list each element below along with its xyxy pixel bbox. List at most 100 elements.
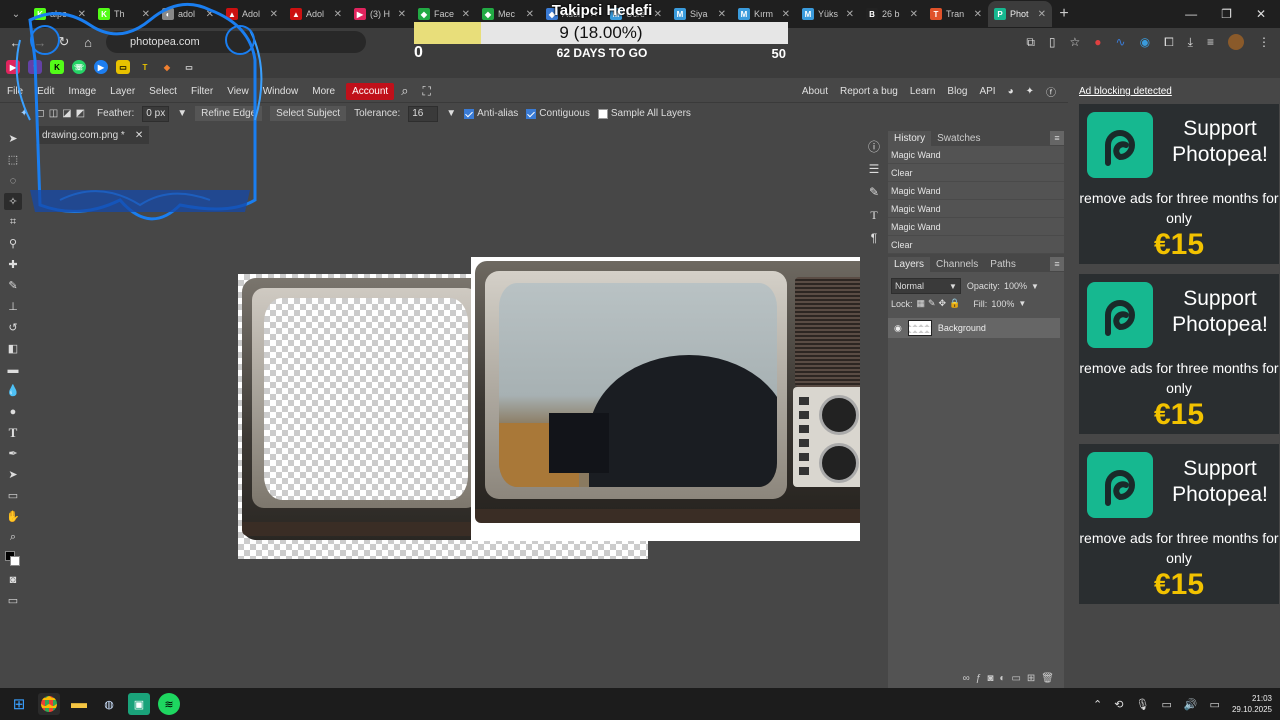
profile-avatar[interactable] bbox=[1228, 34, 1244, 50]
history-row[interactable]: Magic Wand bbox=[888, 200, 1064, 218]
history-row[interactable]: Magic Wand bbox=[888, 146, 1064, 164]
new-group-icon[interactable]: ▭ bbox=[1011, 673, 1020, 684]
back-icon[interactable]: ← bbox=[4, 35, 28, 50]
browser-tab[interactable]: Kalpe ✕ bbox=[28, 1, 92, 27]
download-icon[interactable]: ⤓ bbox=[1188, 35, 1193, 50]
bookmark-blue-icon[interactable]: ▶ bbox=[94, 60, 108, 74]
magic-wand-tool-icon[interactable]: ✦ bbox=[20, 108, 28, 119]
browser-tab[interactable]: ▶ (3) H ✕ bbox=[348, 1, 412, 27]
crop-tool-icon[interactable]: ⌗ bbox=[4, 214, 22, 231]
browser-tab[interactable]: ◐ adol ✕ bbox=[156, 1, 220, 27]
home-icon[interactable]: ⌂ bbox=[76, 35, 100, 50]
new-layer-icon[interactable]: ⊞ bbox=[1027, 673, 1035, 684]
tab-close-icon[interactable]: ✕ bbox=[78, 9, 86, 20]
reading-list-icon[interactable]: ≡ bbox=[1207, 35, 1214, 49]
close-document-icon[interactable]: ✕ bbox=[135, 130, 143, 141]
menu-edit[interactable]: Edit bbox=[30, 86, 61, 97]
path-select-icon[interactable]: ➤ bbox=[4, 466, 22, 483]
pen-tool-icon[interactable]: ✒ bbox=[4, 445, 22, 462]
select-subject-button[interactable]: Select Subject bbox=[270, 106, 347, 121]
lasso-tool-icon[interactable]: ◌ bbox=[4, 172, 22, 189]
menu-about[interactable]: About bbox=[802, 86, 828, 97]
install-app-icon[interactable]: ⧉ bbox=[1026, 35, 1035, 50]
tab-search-icon[interactable]: ⌄ bbox=[4, 3, 28, 25]
move-tool-icon[interactable]: ➤ bbox=[4, 130, 22, 147]
menu-file[interactable]: File bbox=[0, 86, 30, 97]
magic-wand-tool-icon[interactable]: ✧ bbox=[4, 193, 22, 210]
delete-layer-icon[interactable]: 🗑 bbox=[1041, 673, 1054, 684]
menu-view[interactable]: View bbox=[220, 86, 256, 97]
windows-start-icon[interactable]: ⊞ bbox=[8, 693, 30, 715]
reddit-icon[interactable]: ◕ bbox=[1008, 86, 1014, 97]
bookmark-star-icon[interactable]: ☆ bbox=[1070, 35, 1081, 49]
marquee-tool-icon[interactable]: ⬚ bbox=[4, 151, 22, 168]
text-tool-icon[interactable]: T bbox=[4, 424, 22, 441]
tray-display-icon[interactable]: ▭ bbox=[1161, 698, 1171, 711]
tolerance-dropdown-icon[interactable]: ▼ bbox=[446, 108, 456, 119]
reference-tv-image[interactable] bbox=[471, 257, 880, 541]
tab-close-icon[interactable]: ✕ bbox=[846, 9, 854, 20]
tab-close-icon[interactable]: ✕ bbox=[142, 9, 150, 20]
page-icon[interactable]: ▯ bbox=[1049, 35, 1056, 49]
color-swatches-icon[interactable] bbox=[4, 550, 22, 567]
browser-tab[interactable]: T Tran ✕ bbox=[924, 1, 988, 27]
extension-wave-icon[interactable]: ∿ bbox=[1116, 35, 1126, 49]
ad-banner[interactable]: Support Photopea! remove ads for three m… bbox=[1079, 444, 1279, 604]
account-button[interactable]: Account bbox=[346, 82, 395, 100]
tab-swatches[interactable]: Swatches bbox=[931, 131, 986, 146]
reload-icon[interactable]: ↻ bbox=[52, 34, 76, 50]
visibility-eye-icon[interactable]: ◉ bbox=[894, 323, 902, 334]
close-window-icon[interactable]: ✕ bbox=[1256, 7, 1266, 21]
tab-close-icon[interactable]: ✕ bbox=[974, 9, 982, 20]
fill-value[interactable]: 100% bbox=[991, 299, 1014, 309]
tab-close-icon[interactable]: ✕ bbox=[1038, 9, 1046, 20]
menu-filter[interactable]: Filter bbox=[184, 86, 220, 97]
tab-paths[interactable]: Paths bbox=[984, 257, 1022, 272]
tab-close-icon[interactable]: ✕ bbox=[398, 9, 406, 20]
brush-panel-icon[interactable]: ✎ bbox=[866, 184, 882, 200]
bookmark-t-icon[interactable]: T bbox=[138, 60, 152, 74]
bookmark-folder-icon[interactable]: ▭ bbox=[182, 60, 196, 74]
menu-window[interactable]: Window bbox=[256, 86, 306, 97]
fullscreen-icon[interactable]: ⛶ bbox=[416, 84, 438, 99]
adjustments-icon[interactable]: ☰ bbox=[866, 161, 882, 177]
history-row[interactable]: Clear bbox=[888, 236, 1064, 254]
refine-edge-button[interactable]: Refine Edge bbox=[195, 106, 263, 121]
new-tab-button[interactable]: + bbox=[1052, 5, 1076, 23]
eyedropper-tool-icon[interactable]: ⚲ bbox=[4, 235, 22, 252]
ad-blocking-link[interactable]: Ad blocking detected bbox=[1079, 86, 1172, 97]
steam-icon[interactable]: ◍ bbox=[98, 693, 120, 715]
extension-red-icon[interactable]: ● bbox=[1094, 35, 1101, 49]
paragraph-panel-icon[interactable]: ¶ bbox=[866, 230, 882, 246]
screen-mode-icon[interactable]: ▭ bbox=[4, 592, 22, 609]
ad-banner[interactable]: Support Photopea! remove ads for three m… bbox=[1079, 104, 1279, 264]
menu-blog[interactable]: Blog bbox=[947, 86, 967, 97]
brush-tool-icon[interactable]: ✎ bbox=[4, 277, 22, 294]
bookmark-whatsapp-icon[interactable]: ☏ bbox=[72, 60, 86, 74]
tab-history[interactable]: History bbox=[888, 130, 932, 146]
selection-mode-icons[interactable]: ◻◫◪◩ bbox=[36, 108, 89, 119]
bookmark-yellow-icon[interactable]: ▭ bbox=[116, 60, 130, 74]
document-area[interactable]: drawing.com.png * ✕ bbox=[26, 124, 880, 686]
tray-battery-icon[interactable]: ▭ bbox=[1210, 698, 1220, 711]
menu-report-bug[interactable]: Report a bug bbox=[840, 86, 898, 97]
tab-close-icon[interactable]: ✕ bbox=[270, 9, 278, 20]
menu-select[interactable]: Select bbox=[142, 86, 184, 97]
bookmark-youtube-icon[interactable]: ▶ bbox=[6, 60, 20, 74]
adjustment-layer-icon[interactable]: ◐ bbox=[999, 673, 1005, 684]
gradient-tool-icon[interactable]: ▬ bbox=[4, 361, 22, 378]
history-row[interactable]: Magic Wand bbox=[888, 218, 1064, 236]
file-explorer-icon[interactable]: ▬ bbox=[68, 693, 90, 715]
link-layers-icon[interactable]: ∞ bbox=[963, 673, 970, 684]
bookmark-kick-icon[interactable]: K bbox=[50, 60, 64, 74]
browser-tab[interactable]: ▲ Adol ✕ bbox=[284, 1, 348, 27]
zoom-tool-icon[interactable]: ⌕ bbox=[4, 529, 22, 546]
shape-tool-icon[interactable]: ▭ bbox=[4, 487, 22, 504]
history-row[interactable]: Magic Wand bbox=[888, 182, 1064, 200]
clock[interactable]: 21:03 29.10.2025 bbox=[1232, 693, 1272, 715]
tab-channels[interactable]: Channels bbox=[930, 257, 984, 272]
tab-close-icon[interactable]: ✕ bbox=[910, 9, 918, 20]
history-menu-icon[interactable]: ≡ bbox=[1050, 131, 1064, 145]
tray-mic-icon[interactable]: 🎙 bbox=[1135, 698, 1149, 711]
tray-sync-icon[interactable]: ⟲ bbox=[1114, 698, 1123, 711]
